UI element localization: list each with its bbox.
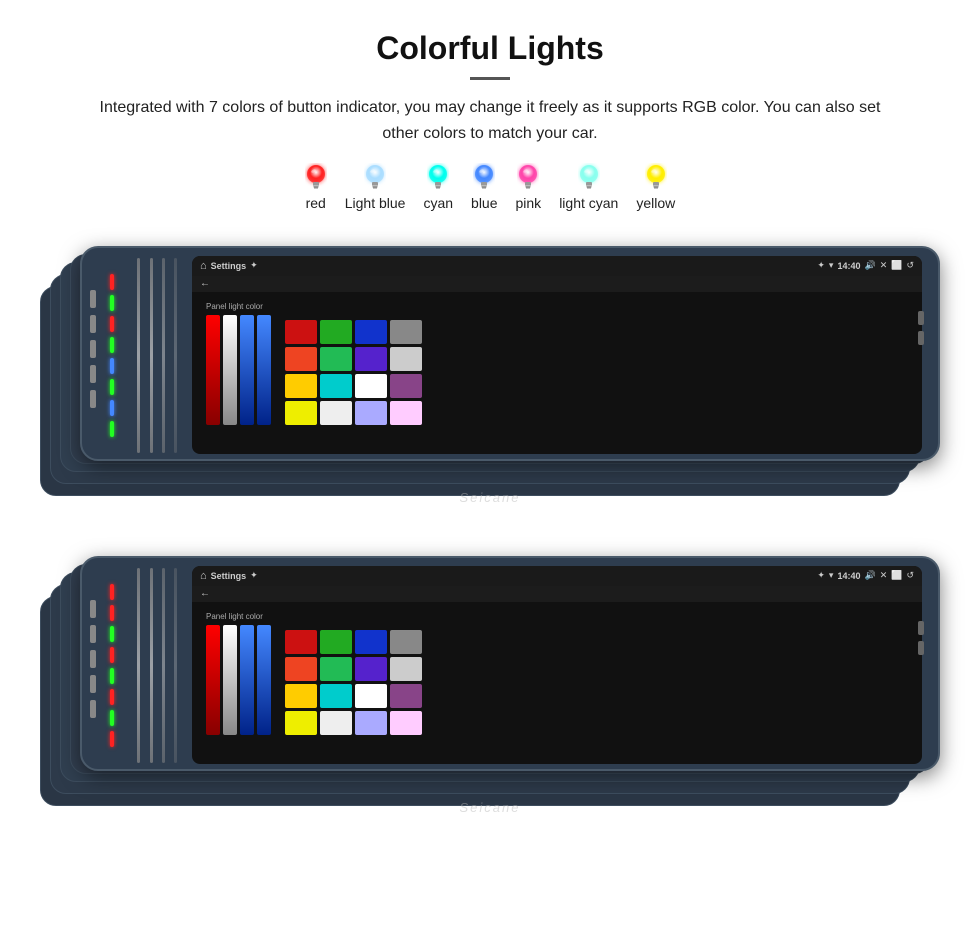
grid-cell	[285, 347, 317, 371]
side-btn-b[interactable]	[90, 625, 96, 643]
grid-cell	[355, 401, 387, 425]
grid-cell	[390, 320, 422, 344]
grid-cell	[320, 711, 352, 735]
color-label-light-cyan: light cyan	[559, 195, 618, 211]
grid-cell	[390, 711, 422, 735]
grid-cell	[285, 320, 317, 344]
description-text: Integrated with 7 colors of button indic…	[80, 95, 900, 146]
side-buttons-top	[90, 290, 96, 408]
grid-cell	[390, 684, 422, 708]
grid-cell	[320, 401, 352, 425]
color-item-light-cyan: light cyan	[559, 164, 618, 211]
grid-cell	[285, 401, 317, 425]
bulb-yellow	[645, 164, 667, 192]
grid-cell	[355, 711, 387, 735]
grid-cell	[320, 347, 352, 371]
indicator-bars-bottom	[110, 573, 114, 758]
color-label-light-blue: Light blue	[345, 195, 406, 211]
color-indicators-row: red	[40, 164, 940, 211]
side-btn[interactable]	[90, 290, 96, 308]
color-label-blue: blue	[471, 195, 497, 211]
grid-cell	[355, 347, 387, 371]
side-btn[interactable]	[90, 365, 96, 383]
side-buttons-bottom	[90, 600, 96, 718]
screen-top: ⌂ Settings ✦ ✦▾ 14:40 🔊✕⬜↺	[192, 256, 922, 454]
indicator-bars-top	[110, 263, 114, 448]
right-edge-top	[918, 311, 924, 345]
grid-cell	[355, 320, 387, 344]
grid-cell	[390, 347, 422, 371]
grid-cell	[355, 684, 387, 708]
bulb-light-blue	[364, 164, 386, 192]
grid-cell	[320, 320, 352, 344]
side-btn-b[interactable]	[90, 675, 96, 693]
color-item-blue: blue	[471, 164, 497, 211]
car-images-section: ⌂ Settings ✦ ✦▾ 14:40 🔊✕⬜↺	[40, 233, 940, 833]
right-edge-bottom	[918, 621, 924, 655]
grid-cell	[320, 684, 352, 708]
bulb-blue	[473, 164, 495, 192]
color-item-pink: pink	[516, 164, 542, 211]
car-unit-top: ⌂ Settings ✦ ✦▾ 14:40 🔊✕⬜↺	[40, 233, 940, 523]
grid-cell	[355, 657, 387, 681]
side-btn[interactable]	[90, 390, 96, 408]
color-label-cyan: cyan	[423, 195, 453, 211]
bulb-red	[305, 164, 327, 192]
side-btn[interactable]	[90, 315, 96, 333]
grid-cell	[390, 401, 422, 425]
color-label-red: red	[306, 195, 326, 211]
grid-cell	[320, 657, 352, 681]
grid-cell	[320, 374, 352, 398]
watermark-top: Seicane	[460, 490, 521, 505]
side-btn-b[interactable]	[90, 600, 96, 618]
bulb-cyan	[427, 164, 449, 192]
watermark-bottom: Seicane	[460, 800, 521, 815]
color-label-pink: pink	[516, 195, 542, 211]
bulb-pink	[517, 164, 539, 192]
color-item-red: red	[305, 164, 327, 211]
grid-cell	[390, 630, 422, 654]
grid-cell	[390, 374, 422, 398]
bulb-light-cyan	[578, 164, 600, 192]
grid-cell	[285, 711, 317, 735]
panel-label-bottom: Panel light color	[206, 612, 271, 621]
grid-cell	[285, 374, 317, 398]
grid-cell	[285, 684, 317, 708]
main-title: Colorful Lights	[40, 30, 940, 67]
side-btn[interactable]	[90, 340, 96, 358]
title-divider	[470, 77, 510, 80]
side-btn-b[interactable]	[90, 650, 96, 668]
screen-bottom: ⌂ Settings ✦ ✦▾ 14:40 🔊✕⬜↺	[192, 566, 922, 764]
color-item-light-blue: Light blue	[345, 164, 406, 211]
title-section: Colorful Lights Integrated with 7 colors…	[40, 30, 940, 146]
color-label-yellow: yellow	[636, 195, 675, 211]
grid-cell	[355, 630, 387, 654]
side-btn-b[interactable]	[90, 700, 96, 718]
grid-cell	[285, 630, 317, 654]
page-container: Colorful Lights Integrated with 7 colors…	[0, 0, 980, 853]
grid-cell	[390, 657, 422, 681]
grid-cell	[320, 630, 352, 654]
grid-cell	[285, 657, 317, 681]
car-unit-bottom: ⌂ Settings ✦ ✦▾ 14:40 🔊✕⬜↺	[40, 543, 940, 833]
color-item-yellow: yellow	[636, 164, 675, 211]
color-item-cyan: cyan	[423, 164, 453, 211]
panel-label-top: Panel light color	[206, 302, 271, 311]
grid-cell	[355, 374, 387, 398]
